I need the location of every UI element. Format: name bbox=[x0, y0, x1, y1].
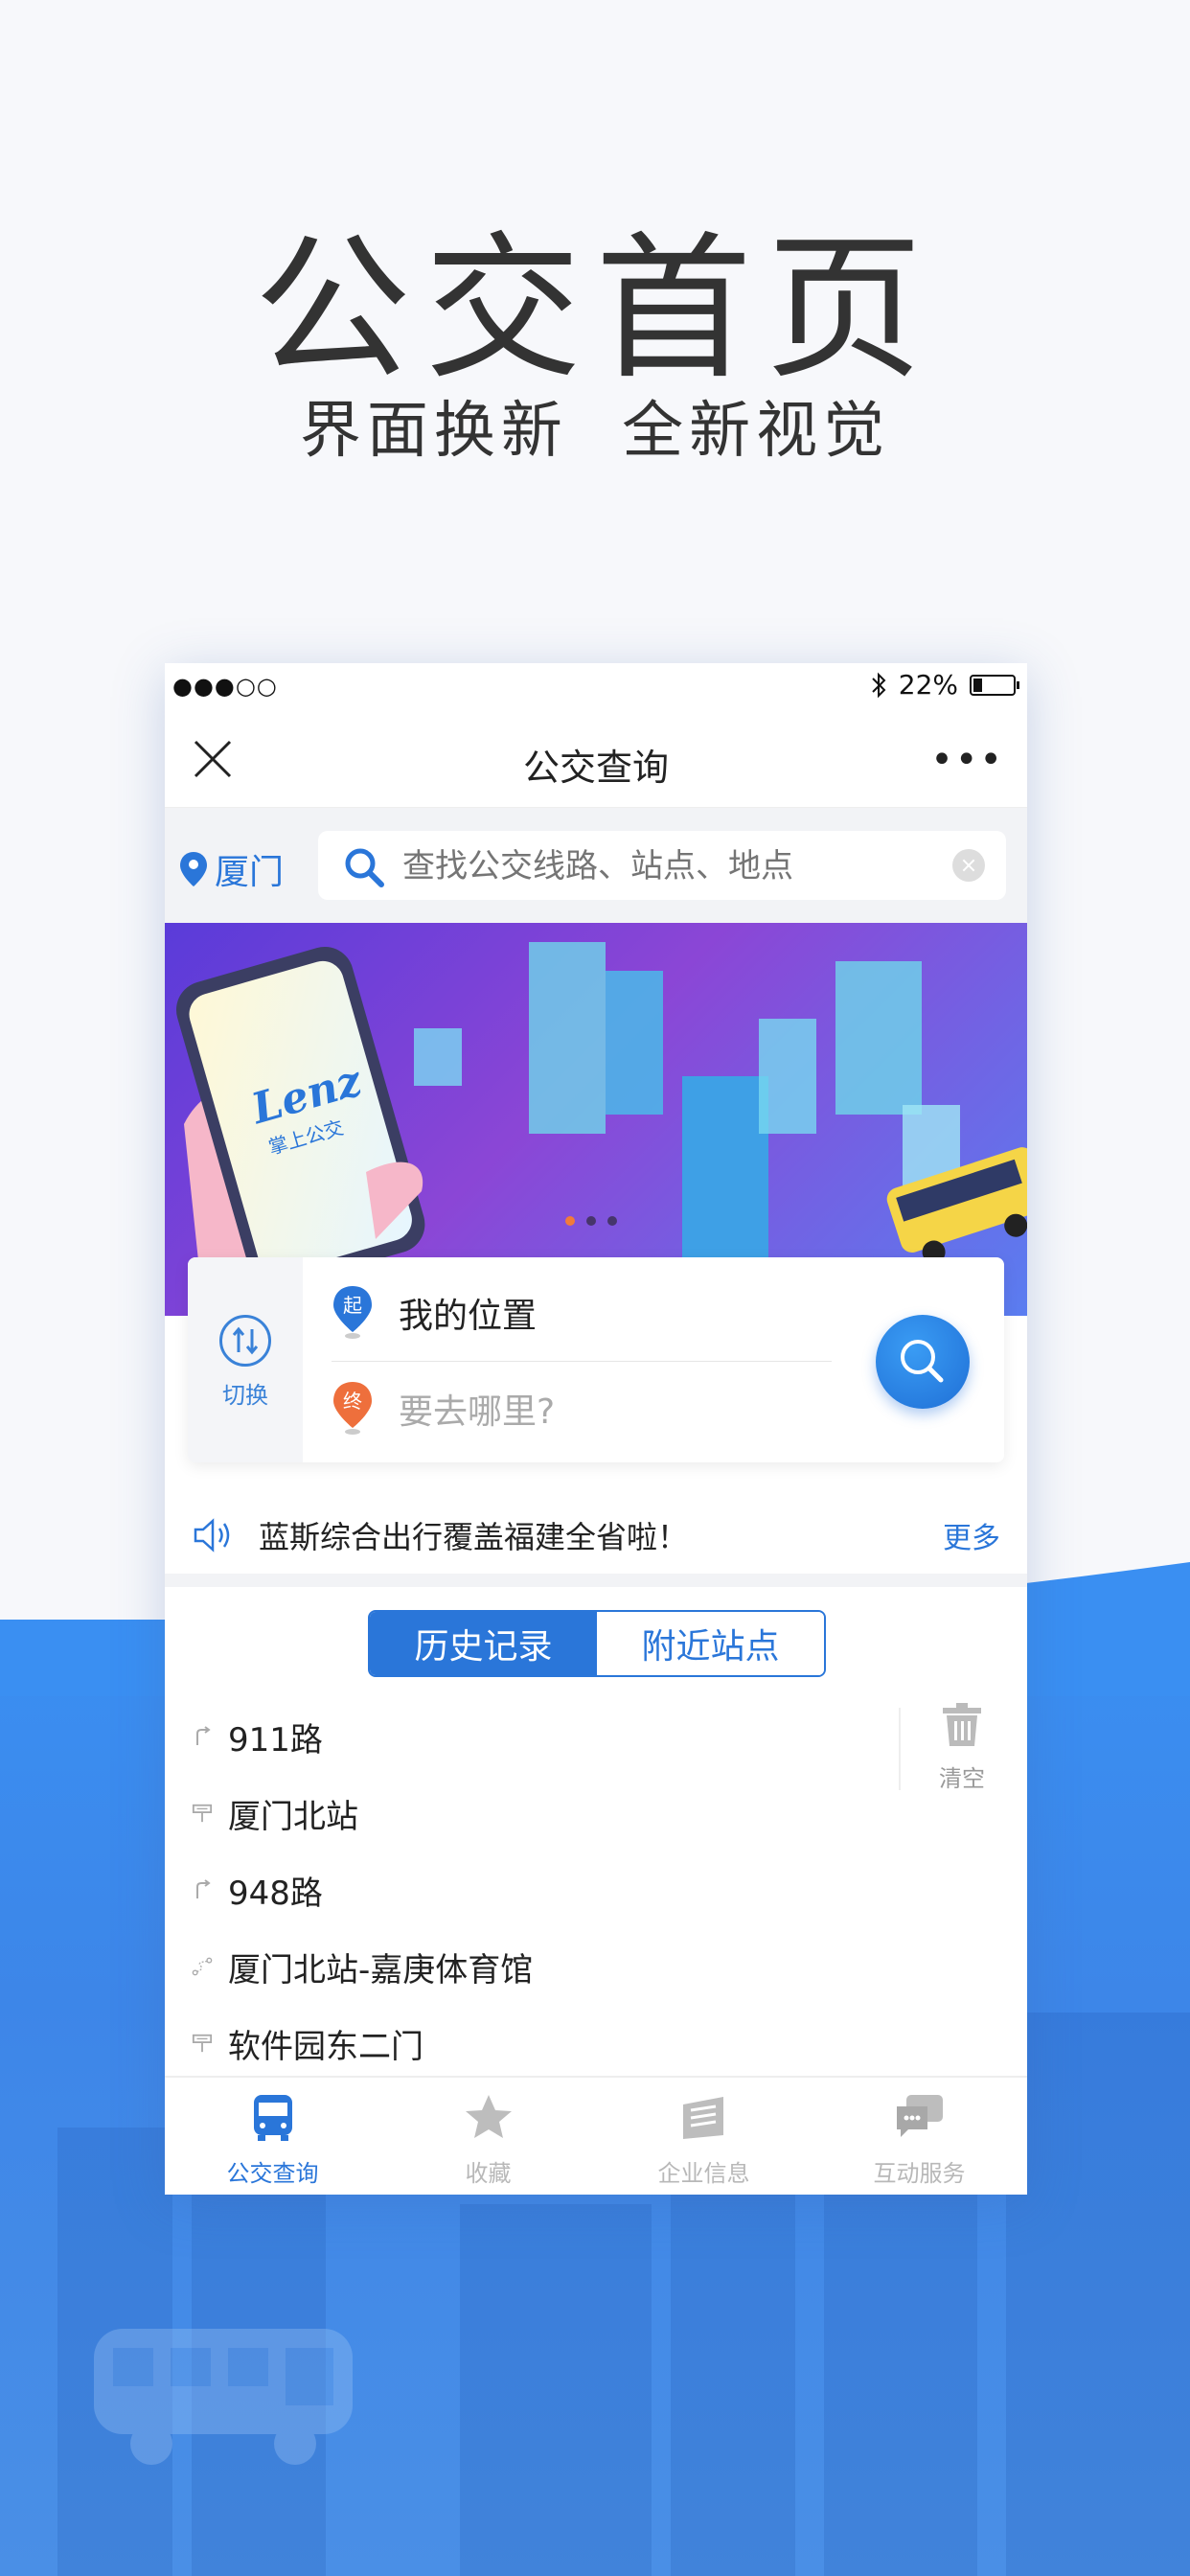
bluetooth-icon bbox=[872, 672, 886, 698]
tabbar-label: 公交查询 bbox=[226, 2160, 319, 2187]
tabbar-bus-query[interactable]: 公交查询 bbox=[165, 2078, 380, 2195]
clear-history-button[interactable]: 清空 bbox=[926, 1700, 998, 1793]
history-list: 911路厦门北站 948路厦门北站-嘉庚体育馆 软件园东二门 bbox=[192, 1698, 843, 2082]
tabbar-favorites[interactable]: 收藏 bbox=[380, 2078, 596, 2195]
history-divider bbox=[899, 1708, 901, 1790]
start-pin-icon: 起 bbox=[333, 1286, 372, 1339]
star-icon bbox=[465, 2095, 512, 2138]
destination-field[interactable]: 终 要去哪里? bbox=[332, 1361, 832, 1457]
document-icon bbox=[682, 2097, 723, 2139]
city-selector[interactable]: 厦门 bbox=[180, 844, 284, 894]
phone-screen: ●●●○○ 22% 公交查询 ••• 厦门 查找公交线路、站点、地点 Lenz … bbox=[165, 663, 1027, 2195]
tabbar-label: 收藏 bbox=[465, 2160, 512, 2187]
signal-indicator: ●●●○○ bbox=[172, 673, 278, 700]
search-input[interactable] bbox=[400, 831, 941, 902]
end-pin-icon: 终 bbox=[333, 1382, 372, 1435]
notice-bar[interactable]: 蓝斯综合出行覆盖福建全省啦！ 更多 bbox=[165, 1487, 1027, 1583]
city-name: 厦门 bbox=[215, 853, 285, 892]
history-item-text: 软件园东二门 bbox=[228, 2027, 423, 2066]
svg-text:起: 起 bbox=[343, 1294, 362, 1317]
hero-subtitle: 界面换新 全新视觉 bbox=[299, 396, 891, 467]
status-bar: ●●●○○ 22% bbox=[165, 663, 1027, 711]
hero-title: 公交首页 bbox=[253, 218, 936, 401]
trash-icon bbox=[943, 1703, 981, 1746]
line-icon bbox=[192, 1726, 213, 1747]
pagination-dot-active[interactable] bbox=[565, 1216, 575, 1226]
history-item-text: 948路 bbox=[228, 1874, 323, 1913]
history-item[interactable]: 948路 bbox=[192, 1852, 843, 1928]
search-route-button[interactable] bbox=[876, 1315, 970, 1409]
speaker-icon bbox=[194, 1518, 230, 1552]
svg-text:终: 终 bbox=[343, 1390, 362, 1413]
location-pin-icon bbox=[180, 852, 207, 886]
history-tabs: 历史记录 附近站点 bbox=[368, 1610, 826, 1677]
search-box[interactable] bbox=[318, 831, 1006, 902]
notice-more-link[interactable]: 更多 bbox=[943, 1514, 1000, 1556]
stop-icon bbox=[192, 1803, 213, 1824]
start-location-field[interactable]: 起 我的位置 bbox=[332, 1265, 832, 1362]
section-divider bbox=[165, 1574, 1027, 1587]
battery-icon bbox=[970, 674, 1019, 696]
swap-label: 切换 bbox=[222, 1382, 268, 1409]
search-icon bbox=[345, 848, 384, 887]
start-location-text: 我的位置 bbox=[399, 1297, 538, 1336]
search-bar: 厦门 bbox=[165, 808, 1027, 923]
history-item[interactable]: 911路 bbox=[192, 1698, 843, 1775]
bottom-tab-bar: 公交查询 收藏 企业信息 互动服务 bbox=[165, 2076, 1027, 2195]
nav-bar: 公交查询 ••• bbox=[165, 711, 1027, 808]
notice-text: 蓝斯综合出行覆盖福建全省啦！ bbox=[259, 1519, 689, 1555]
chat-icon bbox=[896, 2095, 943, 2137]
destination-placeholder: 要去哪里? bbox=[399, 1392, 556, 1432]
clear-history-label: 清空 bbox=[939, 1765, 985, 1792]
tabbar-company-info[interactable]: 企业信息 bbox=[596, 2078, 812, 2195]
background-bus-icon bbox=[94, 2329, 353, 2465]
history-item[interactable]: 软件园东二门 bbox=[192, 2005, 843, 2082]
page-title: 公交查询 bbox=[522, 747, 669, 789]
pagination-dot[interactable] bbox=[607, 1216, 617, 1226]
bus-icon bbox=[253, 2095, 292, 2141]
battery-percent: 22% bbox=[898, 669, 958, 701]
clear-search-icon[interactable] bbox=[952, 849, 985, 882]
history-item-text: 厦门北站 bbox=[228, 1797, 358, 1836]
tabbar-label: 企业信息 bbox=[657, 2160, 750, 2187]
more-options-icon[interactable]: ••• bbox=[930, 738, 1004, 782]
pagination-dot[interactable] bbox=[586, 1216, 596, 1226]
search-icon bbox=[901, 1340, 944, 1383]
line-icon bbox=[192, 1879, 213, 1900]
history-item[interactable]: 厦门北站 bbox=[192, 1775, 843, 1852]
history-item-text: 911路 bbox=[228, 1720, 323, 1760]
swap-icon bbox=[219, 1315, 271, 1367]
tab-nearby[interactable]: 附近站点 bbox=[597, 1612, 824, 1675]
route-planner-card: 切换 起 我的位置 终 要去哪里? bbox=[188, 1257, 1004, 1462]
history-item-text: 厦门北站-嘉庚体育馆 bbox=[228, 1950, 534, 1990]
battery-level-fill bbox=[973, 678, 982, 692]
banner-pagination bbox=[565, 1216, 617, 1226]
tabbar-label: 互动服务 bbox=[873, 2160, 966, 2187]
tab-history[interactable]: 历史记录 bbox=[370, 1612, 597, 1675]
tabbar-interactive-service[interactable]: 互动服务 bbox=[812, 2078, 1027, 2195]
swap-button[interactable]: 切换 bbox=[188, 1257, 303, 1462]
history-item[interactable]: 厦门北站-嘉庚体育馆 bbox=[192, 1928, 843, 2005]
stop-icon bbox=[192, 2033, 213, 2054]
route-icon bbox=[192, 1956, 213, 1977]
